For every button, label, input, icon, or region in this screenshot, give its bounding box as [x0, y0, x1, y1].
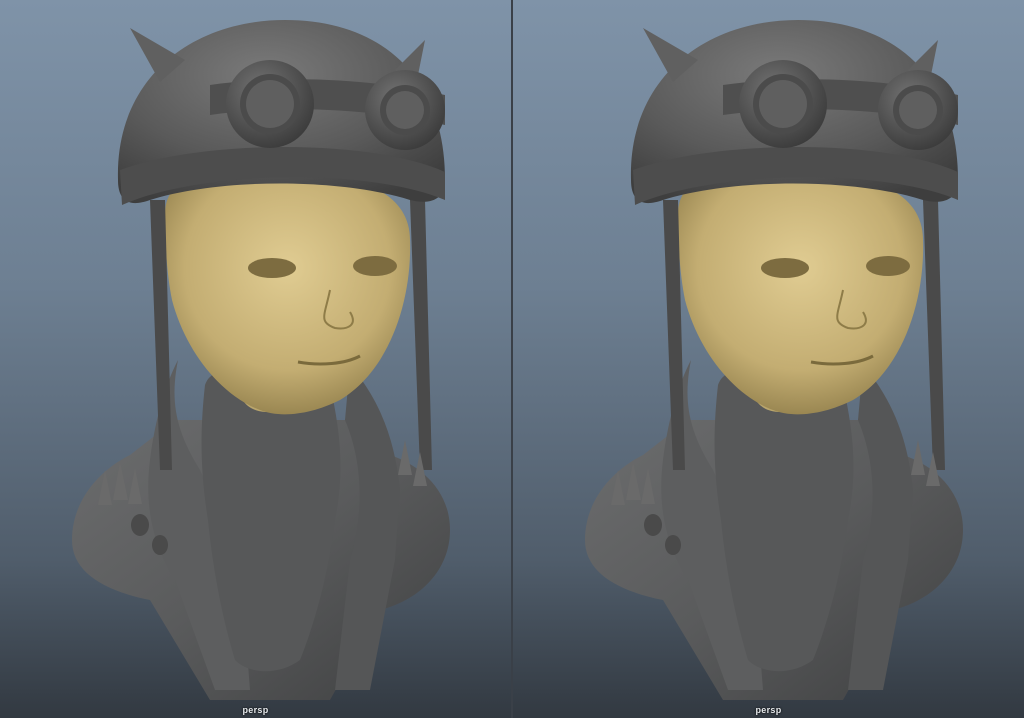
maya-viewport-layout: persp persp: [0, 0, 1024, 718]
viewport-shaded[interactable]: persp: [0, 0, 511, 718]
wireframe-character-bust: [583, 18, 965, 702]
shaded-character-bust: [70, 18, 452, 702]
camera-label-left: persp: [242, 705, 269, 715]
viewport-wireframe[interactable]: persp: [513, 0, 1024, 718]
camera-label-right: persp: [755, 705, 782, 715]
